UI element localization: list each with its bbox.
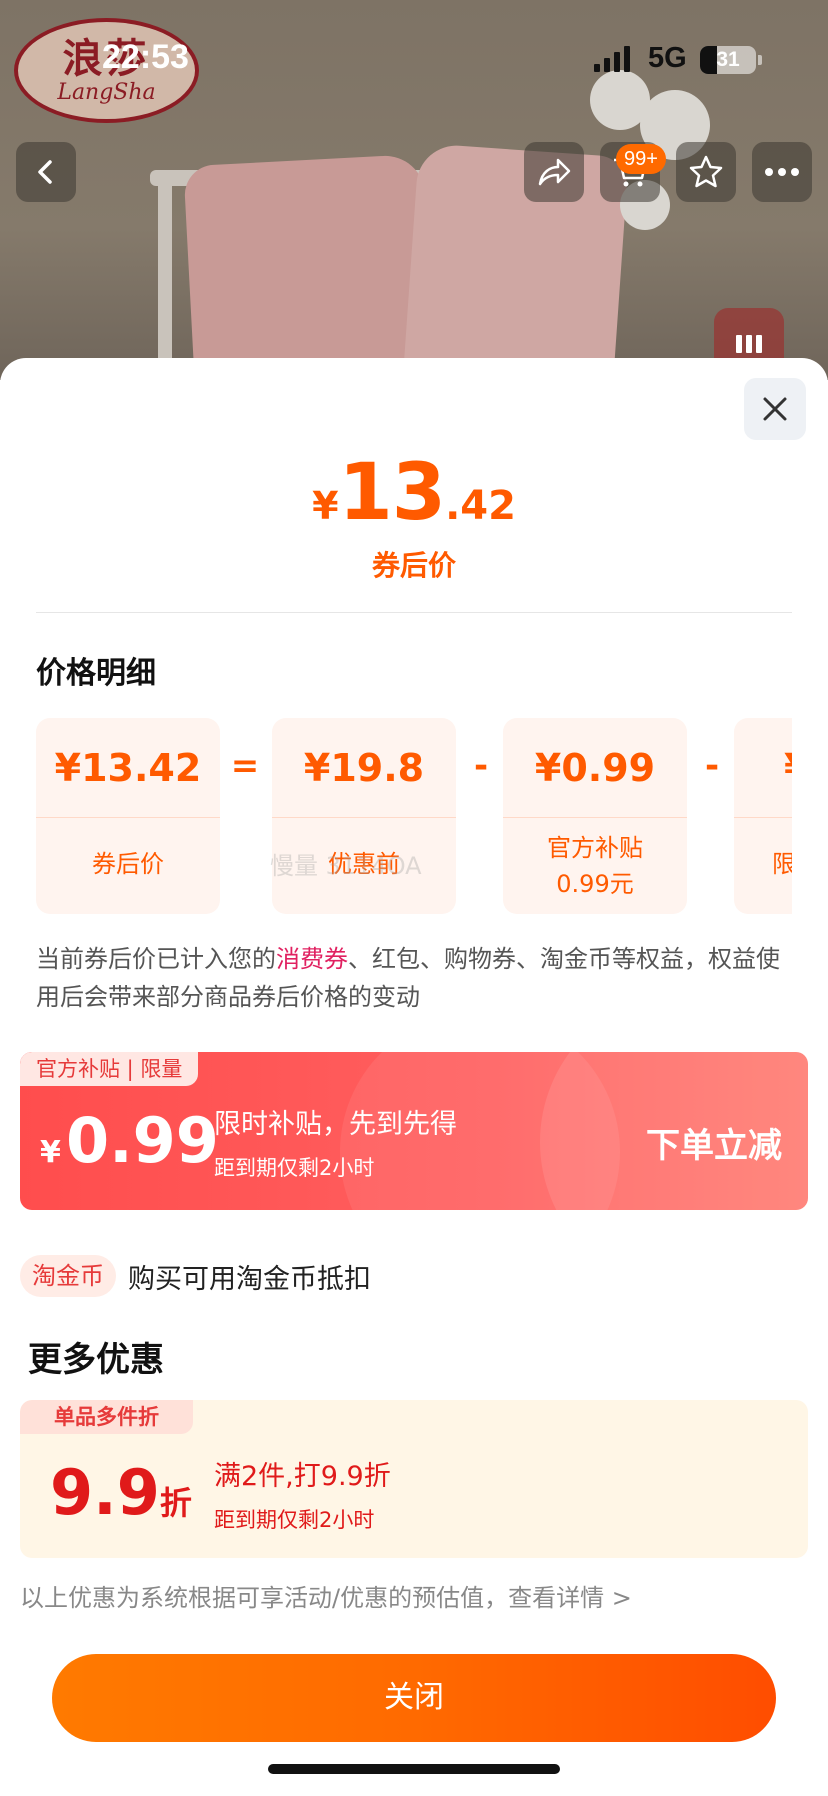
subsidy-currency: ¥	[40, 1135, 61, 1170]
multi-item-discount-card[interactable]: 单品多件折 9.9折 满2件,打9.9折 距到期仅剩2小时	[20, 1400, 808, 1558]
consumption-coupon-link[interactable]: 消费券	[276, 945, 348, 973]
breakdown-separator	[503, 817, 687, 818]
official-subsidy-card[interactable]: 官方补贴 | 限量 ¥ 0.99 限时补贴，先到先得 距到期仅剩2小时 下单立减	[20, 1052, 808, 1210]
taojinbi-tag: 淘金币	[20, 1255, 116, 1297]
price-detail-sheet: ¥13.42 券后价 价格明细 ¥13.42 券后价 = ¥19.8 优惠前 -…	[0, 358, 828, 1796]
breakdown-separator	[734, 817, 792, 818]
status-bar: 22:53 5G 31	[0, 0, 828, 110]
final-price-label: 券后价	[371, 549, 456, 582]
status-time: 22:53	[102, 38, 189, 76]
discount-amount: 9.9折	[50, 1456, 192, 1529]
breakdown-label-text: 限	[772, 850, 792, 878]
price-breakdown[interactable]: ¥13.42 券后价 = ¥19.8 优惠前 - ¥0.99 官方补贴 0.99…	[36, 718, 792, 914]
network-type: 5G	[648, 42, 687, 74]
subsidy-value: 0.99	[65, 1104, 219, 1177]
more-icon	[765, 168, 799, 176]
breakdown-label-text: 官方补贴	[547, 834, 643, 862]
price-detail-title: 价格明细	[36, 656, 156, 691]
final-price-integer: 13	[338, 448, 447, 538]
breakdown-separator	[272, 817, 456, 818]
breakdown-separator	[36, 817, 220, 818]
breakdown-card-final: ¥13.42 券后价	[36, 718, 220, 914]
back-button[interactable]	[16, 142, 76, 202]
rights-note: 当前券后价已计入您的消费券、红包、购物券、淘金币等权益，权益使用后会带来部分商品…	[36, 940, 796, 1016]
view-details-link[interactable]: 以上优惠为系统根据可享活动/优惠的预估值，查看详情 >	[20, 1578, 632, 1613]
breakdown-amount: ¥	[734, 718, 792, 818]
breakdown-label: 券后价	[36, 846, 220, 882]
breakdown-card-subsidy: ¥0.99 官方补贴 0.99元	[503, 718, 687, 914]
discount-expiry-text: 距到期仅剩2小时	[214, 1508, 375, 1532]
close-sheet-button[interactable]	[744, 378, 806, 440]
breakdown-operator: -	[473, 746, 489, 786]
product-garment-left	[183, 153, 437, 380]
subsidy-amount: ¥ 0.99	[40, 1104, 219, 1177]
close-icon	[763, 397, 787, 421]
product-garment-right	[401, 142, 629, 380]
product-image-background: 浪莎 LangSha 22:53 5G 31 99+	[0, 0, 828, 380]
breakdown-amount: ¥13.42	[54, 746, 202, 790]
breakdown-amount-text: ¥	[784, 746, 792, 790]
close-button[interactable]: 关闭	[52, 1654, 776, 1742]
discount-main-text: 满2件,打9.9折	[214, 1461, 391, 1492]
star-icon	[689, 155, 723, 188]
breakdown-label: 限	[734, 846, 792, 882]
share-button[interactable]	[524, 142, 584, 202]
breakdown-label-text: 券后价	[92, 850, 164, 878]
breakdown-card-limited: ¥ 限	[734, 718, 792, 914]
bar-chart-icon	[736, 335, 762, 353]
breakdown-operator: -	[704, 746, 720, 786]
breakdown-card-original: ¥19.8 优惠前	[272, 718, 456, 914]
rights-note-part1: 当前券后价已计入您的	[36, 945, 276, 973]
chevron-left-icon	[38, 160, 52, 184]
breakdown-label: 官方补贴 0.99元	[503, 830, 687, 902]
battery-tip	[758, 55, 762, 65]
subsidy-tag: 官方补贴 | 限量	[20, 1052, 199, 1086]
breakdown-label-subtext: 0.99元	[556, 870, 634, 898]
discount-unit: 折	[159, 1484, 192, 1522]
divider	[36, 612, 792, 613]
favorite-button[interactable]	[676, 142, 736, 202]
more-offers-title: 更多优惠	[28, 1340, 164, 1380]
breakdown-amount: ¥0.99	[534, 746, 656, 790]
cart-badge: 99+	[616, 144, 666, 174]
taojinbi-row: 淘金币 购买可用淘金币抵扣	[20, 1254, 371, 1298]
signal-icon	[594, 46, 634, 72]
breakdown-operator: =	[230, 746, 260, 786]
breakdown-amount: ¥19.8	[303, 746, 425, 790]
rack-leg-graphic	[158, 178, 172, 380]
share-icon	[538, 158, 571, 186]
discount-value: 9.9	[50, 1456, 160, 1529]
final-price: ¥13.42	[0, 448, 828, 538]
final-price-currency: ¥	[312, 484, 339, 528]
subsidy-action-label: 下单立减	[646, 1126, 782, 1166]
subsidy-main-text: 限时补贴，先到先得	[214, 1109, 457, 1140]
subsidy-expiry-text: 距到期仅剩2小时	[214, 1156, 375, 1180]
more-button[interactable]	[752, 142, 812, 202]
home-indicator	[268, 1764, 560, 1774]
battery-icon: 31	[700, 46, 756, 74]
battery-level-text: 31	[716, 48, 740, 71]
taojinbi-text: 购买可用淘金币抵扣	[128, 1263, 371, 1295]
discount-tag: 单品多件折	[20, 1400, 193, 1434]
final-price-decimal: .42	[445, 483, 516, 529]
watermark-text: 慢量 3114OA	[270, 852, 422, 880]
